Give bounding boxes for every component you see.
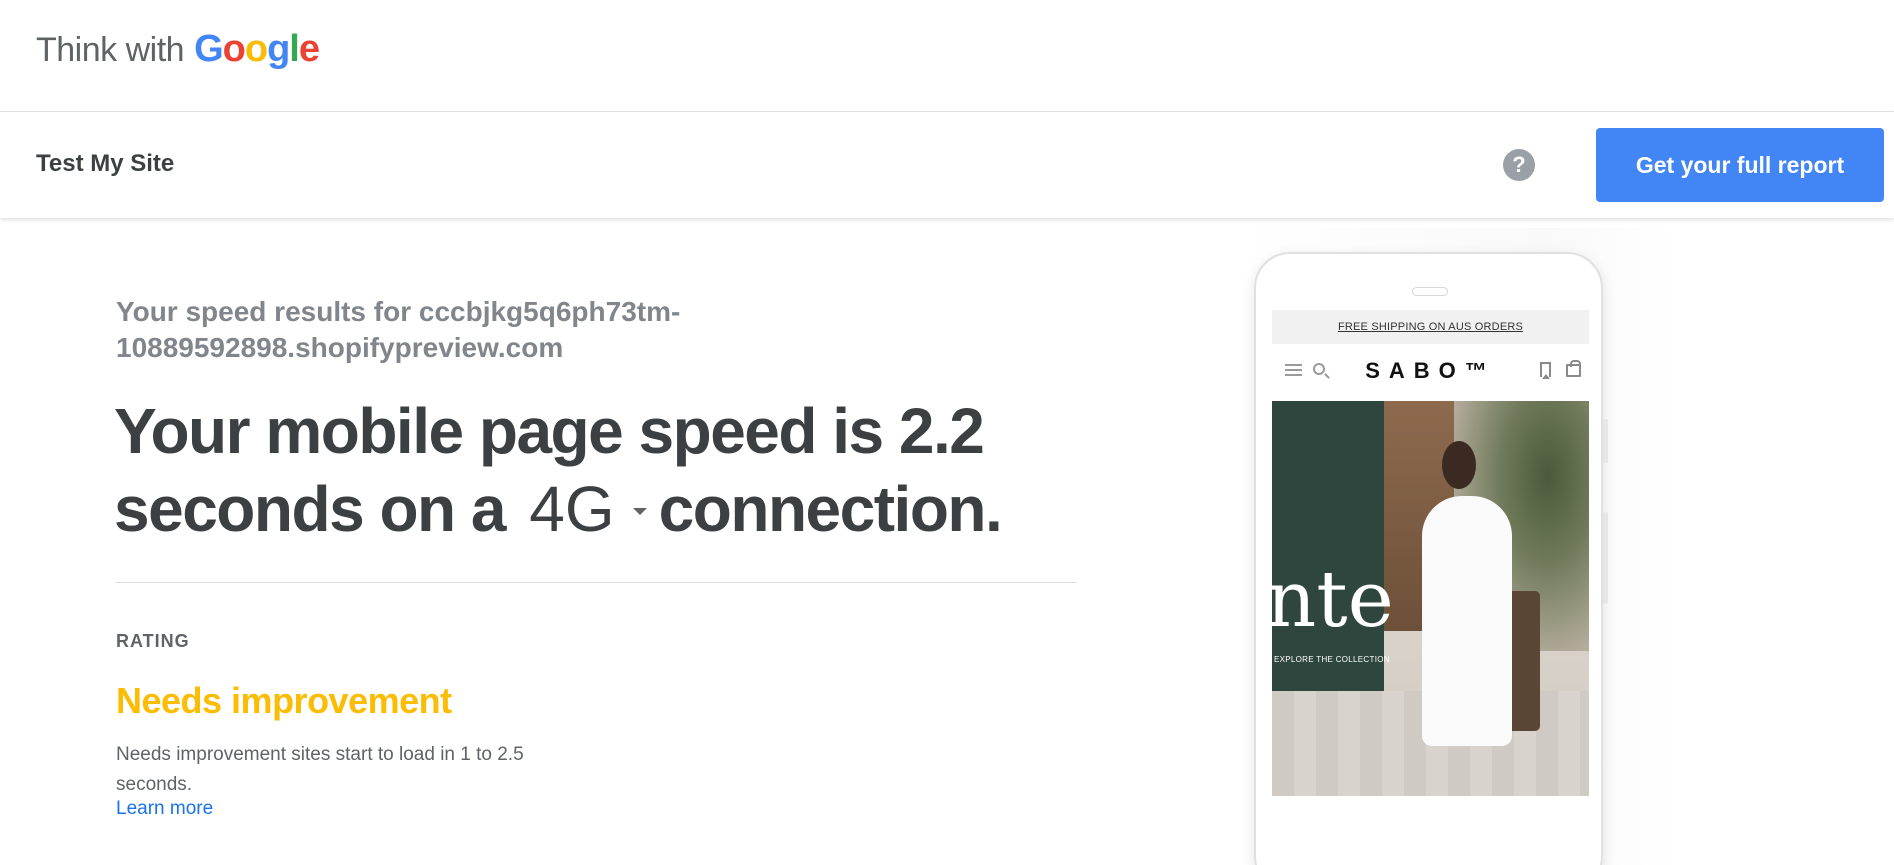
phone-speaker (1412, 287, 1448, 296)
bag-icon (1566, 360, 1581, 377)
store-header: SABO™ (1272, 344, 1589, 398)
google-letter: G (194, 28, 224, 70)
phone-preview: FREE SHIPPING ON AUS ORDERS SABO™ nte EX… (1254, 252, 1608, 865)
hero-text: nte (1272, 555, 1394, 645)
get-full-report-button[interactable]: Get your full report (1596, 128, 1884, 202)
page-title[interactable]: Test My Site (36, 150, 174, 178)
chevron-down-icon (632, 507, 647, 515)
speed-headline: Your mobile page speed is 2.2 seconds on… (114, 392, 1074, 548)
bookmark-icon (1540, 362, 1551, 379)
think-with-google-logo[interactable]: Think with Google (36, 28, 320, 76)
hero-model (1422, 496, 1512, 746)
hero-subtext: EXPLORE THE COLLECTION (1274, 655, 1390, 664)
shipping-banner: FREE SHIPPING ON AUS ORDERS (1272, 310, 1589, 344)
phone-side-button (1603, 512, 1608, 604)
phone-side-button (1603, 419, 1608, 463)
hero-model-head (1442, 441, 1476, 489)
google-letter: o (222, 28, 246, 70)
brand-bar: Think with Google (0, 0, 1894, 112)
google-letter: o (244, 28, 268, 70)
hero-image: nte EXPLORE THE COLLECTION (1272, 401, 1589, 796)
headline-part2: connection. (658, 473, 1003, 545)
rating-label: RATING (116, 631, 190, 651)
google-letter: e (298, 28, 320, 70)
site-screenshot: FREE SHIPPING ON AUS ORDERS SABO™ nte EX… (1272, 310, 1589, 796)
connection-select[interactable]: 4G (529, 470, 647, 548)
brand-prefix: Think with (36, 31, 185, 69)
google-letter: g (267, 28, 290, 70)
results-for-url: Your speed results for cccbjkg5q6ph73tm-… (116, 296, 681, 363)
connection-value: 4G (529, 473, 615, 545)
divider (116, 582, 1076, 583)
subnav: Test My Site ? Get your full report (0, 112, 1894, 218)
learn-more-link[interactable]: Learn more (116, 798, 213, 820)
help-icon[interactable]: ? (1503, 149, 1535, 181)
google-wordmark: Google (194, 28, 320, 71)
rating-value: Needs improvement (116, 680, 452, 721)
google-letter: l (289, 28, 300, 70)
rating-description: Needs improvement sites start to load in… (116, 744, 524, 795)
